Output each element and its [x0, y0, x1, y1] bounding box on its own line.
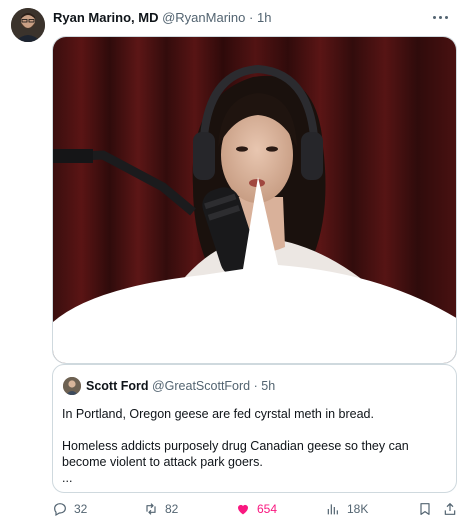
author-handle[interactable]: @RyanMarino	[162, 10, 245, 25]
reply-icon	[54, 503, 66, 517]
quoted-tweet-line: ...	[62, 471, 73, 485]
heart-icon	[238, 504, 248, 515]
share-button[interactable]	[442, 498, 458, 520]
quoted-tweet-header: Scott Ford @GreatScottFord · 5h	[86, 379, 275, 394]
views-icon	[327, 504, 338, 515]
tweet-timestamp[interactable]: 1h	[257, 10, 271, 25]
tweet-action-bar: 32 82 654 18K	[0, 498, 474, 520]
bookmark-button[interactable]	[417, 498, 433, 520]
views-count: 18K	[347, 502, 369, 516]
bookmark-icon	[420, 503, 430, 515]
views-button[interactable]: 18K	[325, 498, 368, 520]
quoted-tweet-line: Homeless addicts purposely drug Canadian…	[62, 439, 409, 469]
quoted-tweet[interactable]: Scott Ford @GreatScottFord · 5h In Portl…	[52, 364, 457, 493]
media-image[interactable]	[52, 36, 457, 364]
reply-button[interactable]: 32	[52, 498, 87, 520]
like-button[interactable]: 654	[235, 498, 277, 520]
author-avatar[interactable]	[11, 8, 45, 42]
quoted-tweet-timestamp[interactable]: 5h	[261, 379, 275, 393]
quoted-author-handle[interactable]: @GreatScottFord	[152, 379, 250, 393]
quoted-author-name[interactable]: Scott Ford	[86, 379, 149, 393]
quoted-author-avatar[interactable]	[63, 377, 81, 395]
retweet-count: 82	[165, 502, 179, 516]
separator-dot: ·	[249, 10, 254, 25]
tweet-header: Ryan Marino, MD @RyanMarino · 1h	[53, 10, 271, 26]
quoted-tweet-line: In Portland, Oregon geese are fed cyrsta…	[62, 407, 374, 421]
retweet-button[interactable]: 82	[143, 498, 178, 520]
share-icon	[444, 503, 456, 515]
like-count: 654	[257, 502, 278, 516]
more-dots-icon[interactable]	[428, 7, 452, 27]
quoted-tweet-text: In Portland, Oregon geese are fed cyrsta…	[62, 406, 452, 486]
reply-count: 32	[74, 502, 88, 516]
tweet: Ryan Marino, MD @RyanMarino · 1h Scott F…	[0, 0, 474, 521]
separator-dot: ·	[253, 379, 258, 393]
retweet-icon	[146, 503, 156, 515]
author-name[interactable]: Ryan Marino, MD	[53, 10, 158, 25]
